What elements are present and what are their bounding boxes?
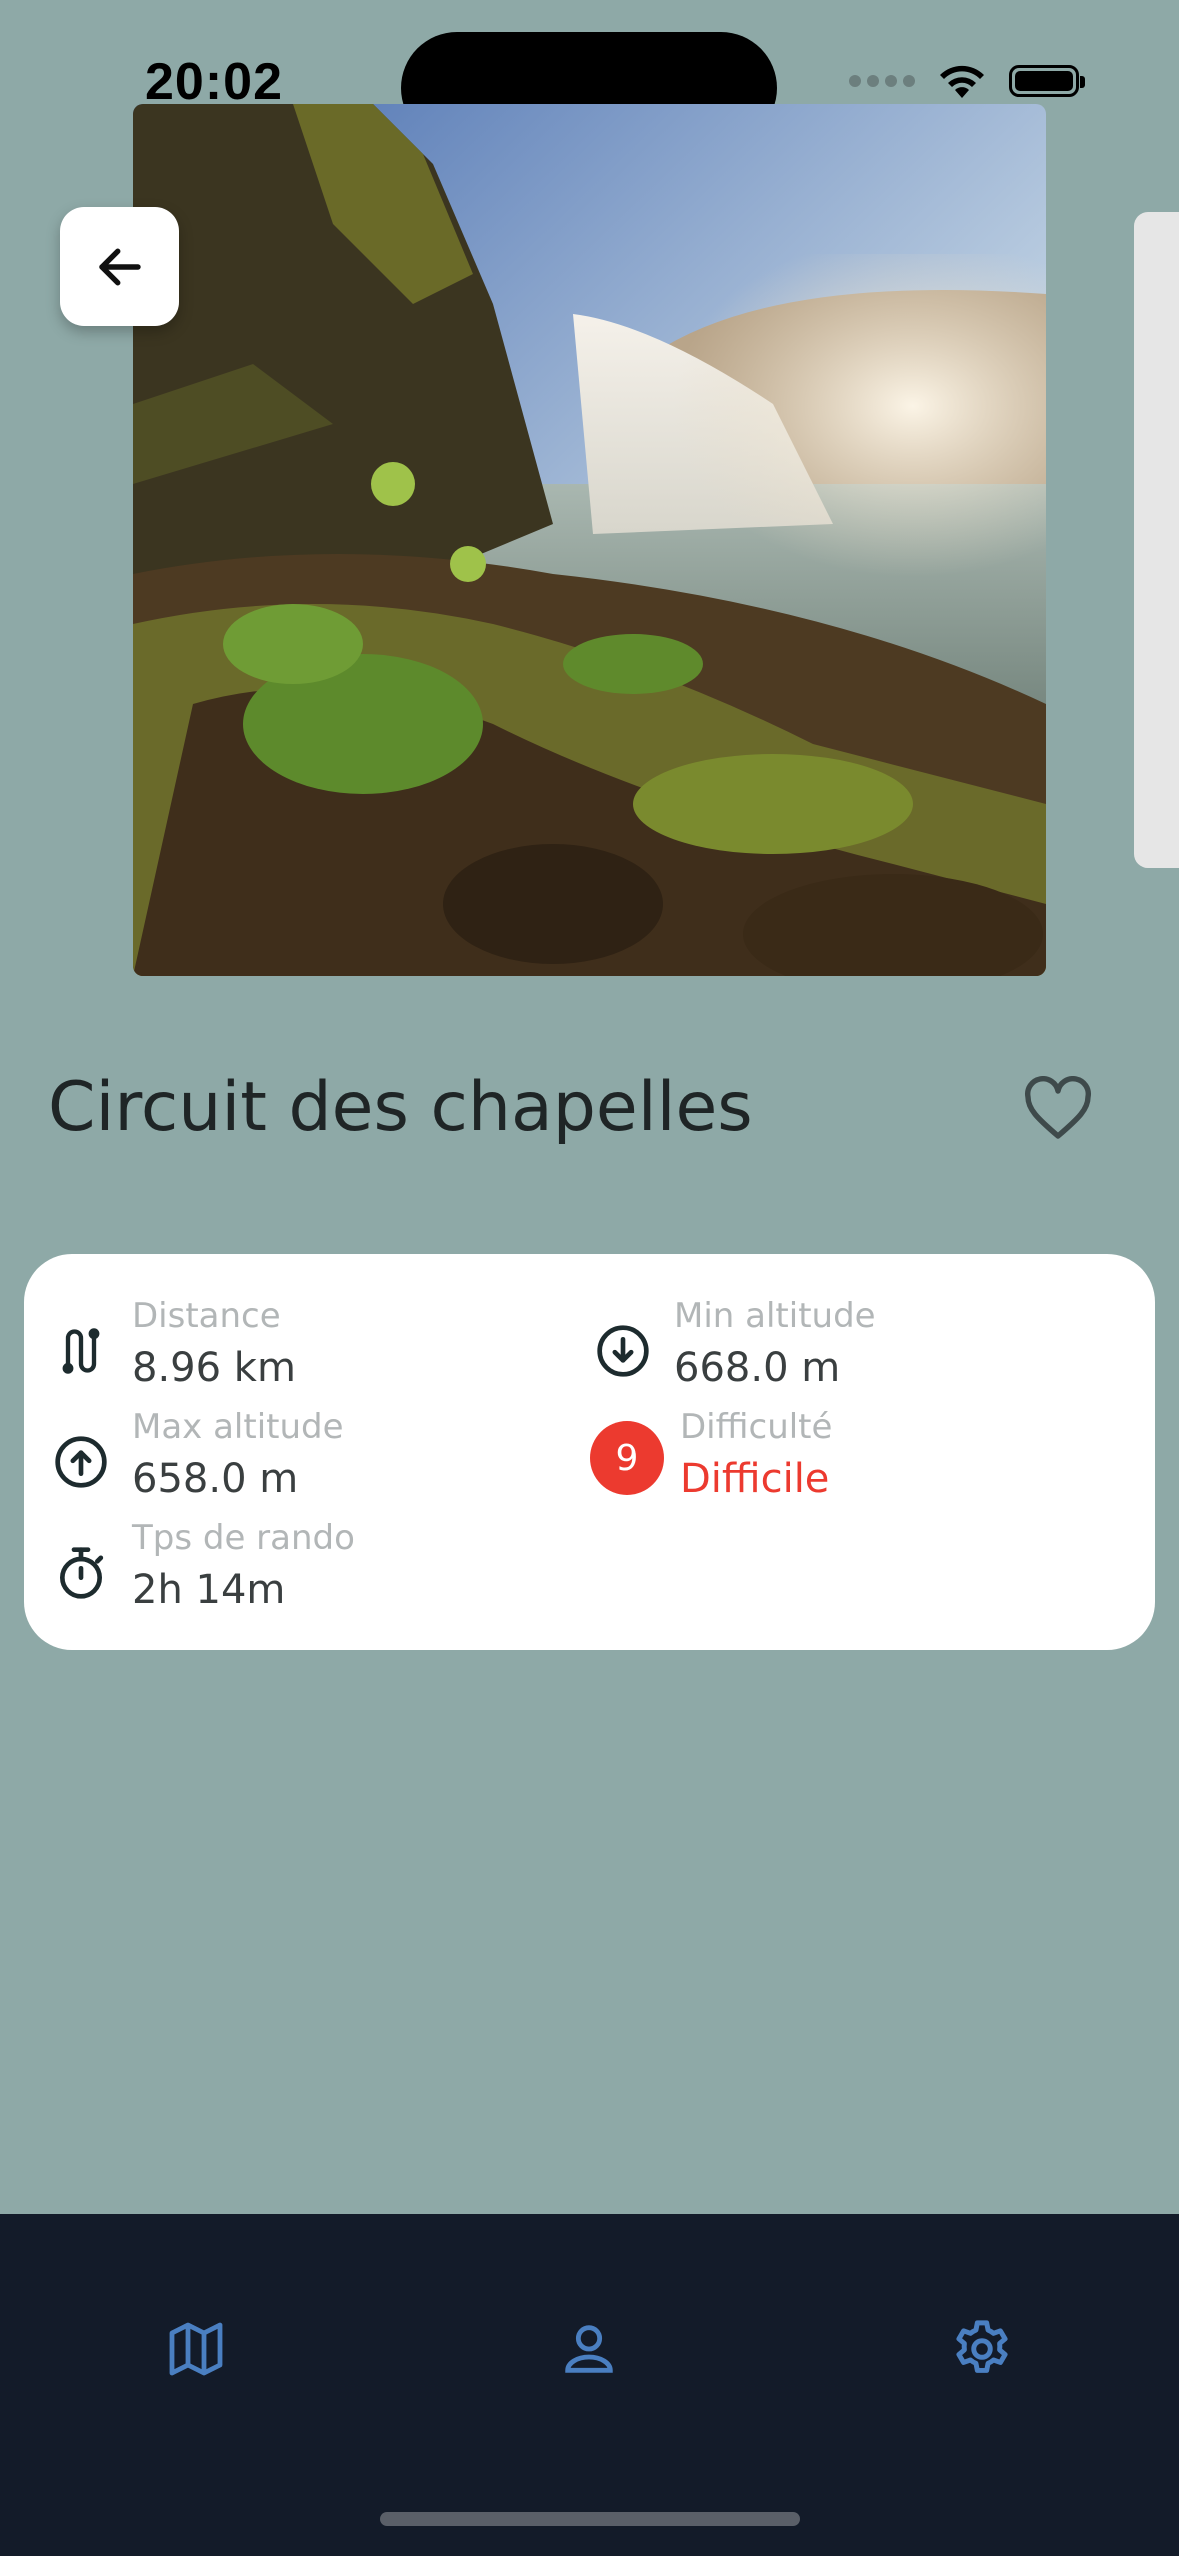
hike-time-label: Tps de rando: [132, 1518, 355, 1558]
back-button[interactable]: [60, 207, 179, 326]
arrow-left-icon: [98, 248, 141, 285]
min-altitude-value: 668.0 m: [674, 1345, 841, 1391]
user-icon: [565, 2325, 613, 2373]
arrow-up-circle-icon: [50, 1431, 112, 1493]
arrow-down-circle-icon: [592, 1320, 654, 1382]
stat-max-altitude: Max altitude 658.0 m: [50, 1405, 344, 1509]
tab-map[interactable]: [151, 2304, 241, 2394]
max-altitude-value: 658.0 m: [132, 1456, 299, 1502]
max-altitude-label: Max altitude: [132, 1407, 344, 1447]
stat-hike-time: Tps de rando 2h 14m: [50, 1516, 355, 1620]
tab-bar: [0, 2214, 1179, 2556]
next-photo-card[interactable]: [1134, 212, 1179, 868]
stat-distance: Distance 8.96 km: [50, 1294, 296, 1398]
difficulty-label: Difficulté: [680, 1407, 833, 1447]
tab-settings[interactable]: [937, 2304, 1027, 2394]
hike-time-value: 2h 14m: [132, 1567, 286, 1613]
status-icons: [849, 62, 1085, 100]
stat-difficulty: 9 Difficulté Difficile: [590, 1405, 832, 1509]
distance-label: Distance: [132, 1296, 281, 1336]
wifi-icon: [940, 65, 984, 98]
stopwatch-icon: [50, 1542, 112, 1604]
home-indicator[interactable]: [380, 2512, 800, 2526]
trail-title: Circuit des chapelles: [48, 1068, 753, 1147]
heart-icon: [1025, 1076, 1091, 1139]
difficulty-value: Difficile: [680, 1456, 830, 1502]
gear-icon: [956, 2320, 1008, 2373]
stat-min-altitude: Min altitude 668.0 m: [592, 1294, 876, 1398]
favorite-button[interactable]: [1022, 1076, 1094, 1146]
status-time: 20:02: [145, 53, 283, 111]
tab-profile[interactable]: [544, 2304, 634, 2394]
cellular-signal-icon: [849, 75, 915, 87]
difficulty-badge: 9: [590, 1421, 664, 1495]
battery-icon: [1009, 65, 1085, 97]
map-icon: [169, 2322, 223, 2376]
distance-value: 8.96 km: [132, 1345, 296, 1391]
min-altitude-label: Min altitude: [674, 1296, 876, 1336]
trail-photo: [133, 104, 1046, 976]
trail-stats-card: Distance 8.96 km Min altitude 668.0 m Ma…: [24, 1254, 1155, 1650]
route-icon: [50, 1320, 112, 1382]
